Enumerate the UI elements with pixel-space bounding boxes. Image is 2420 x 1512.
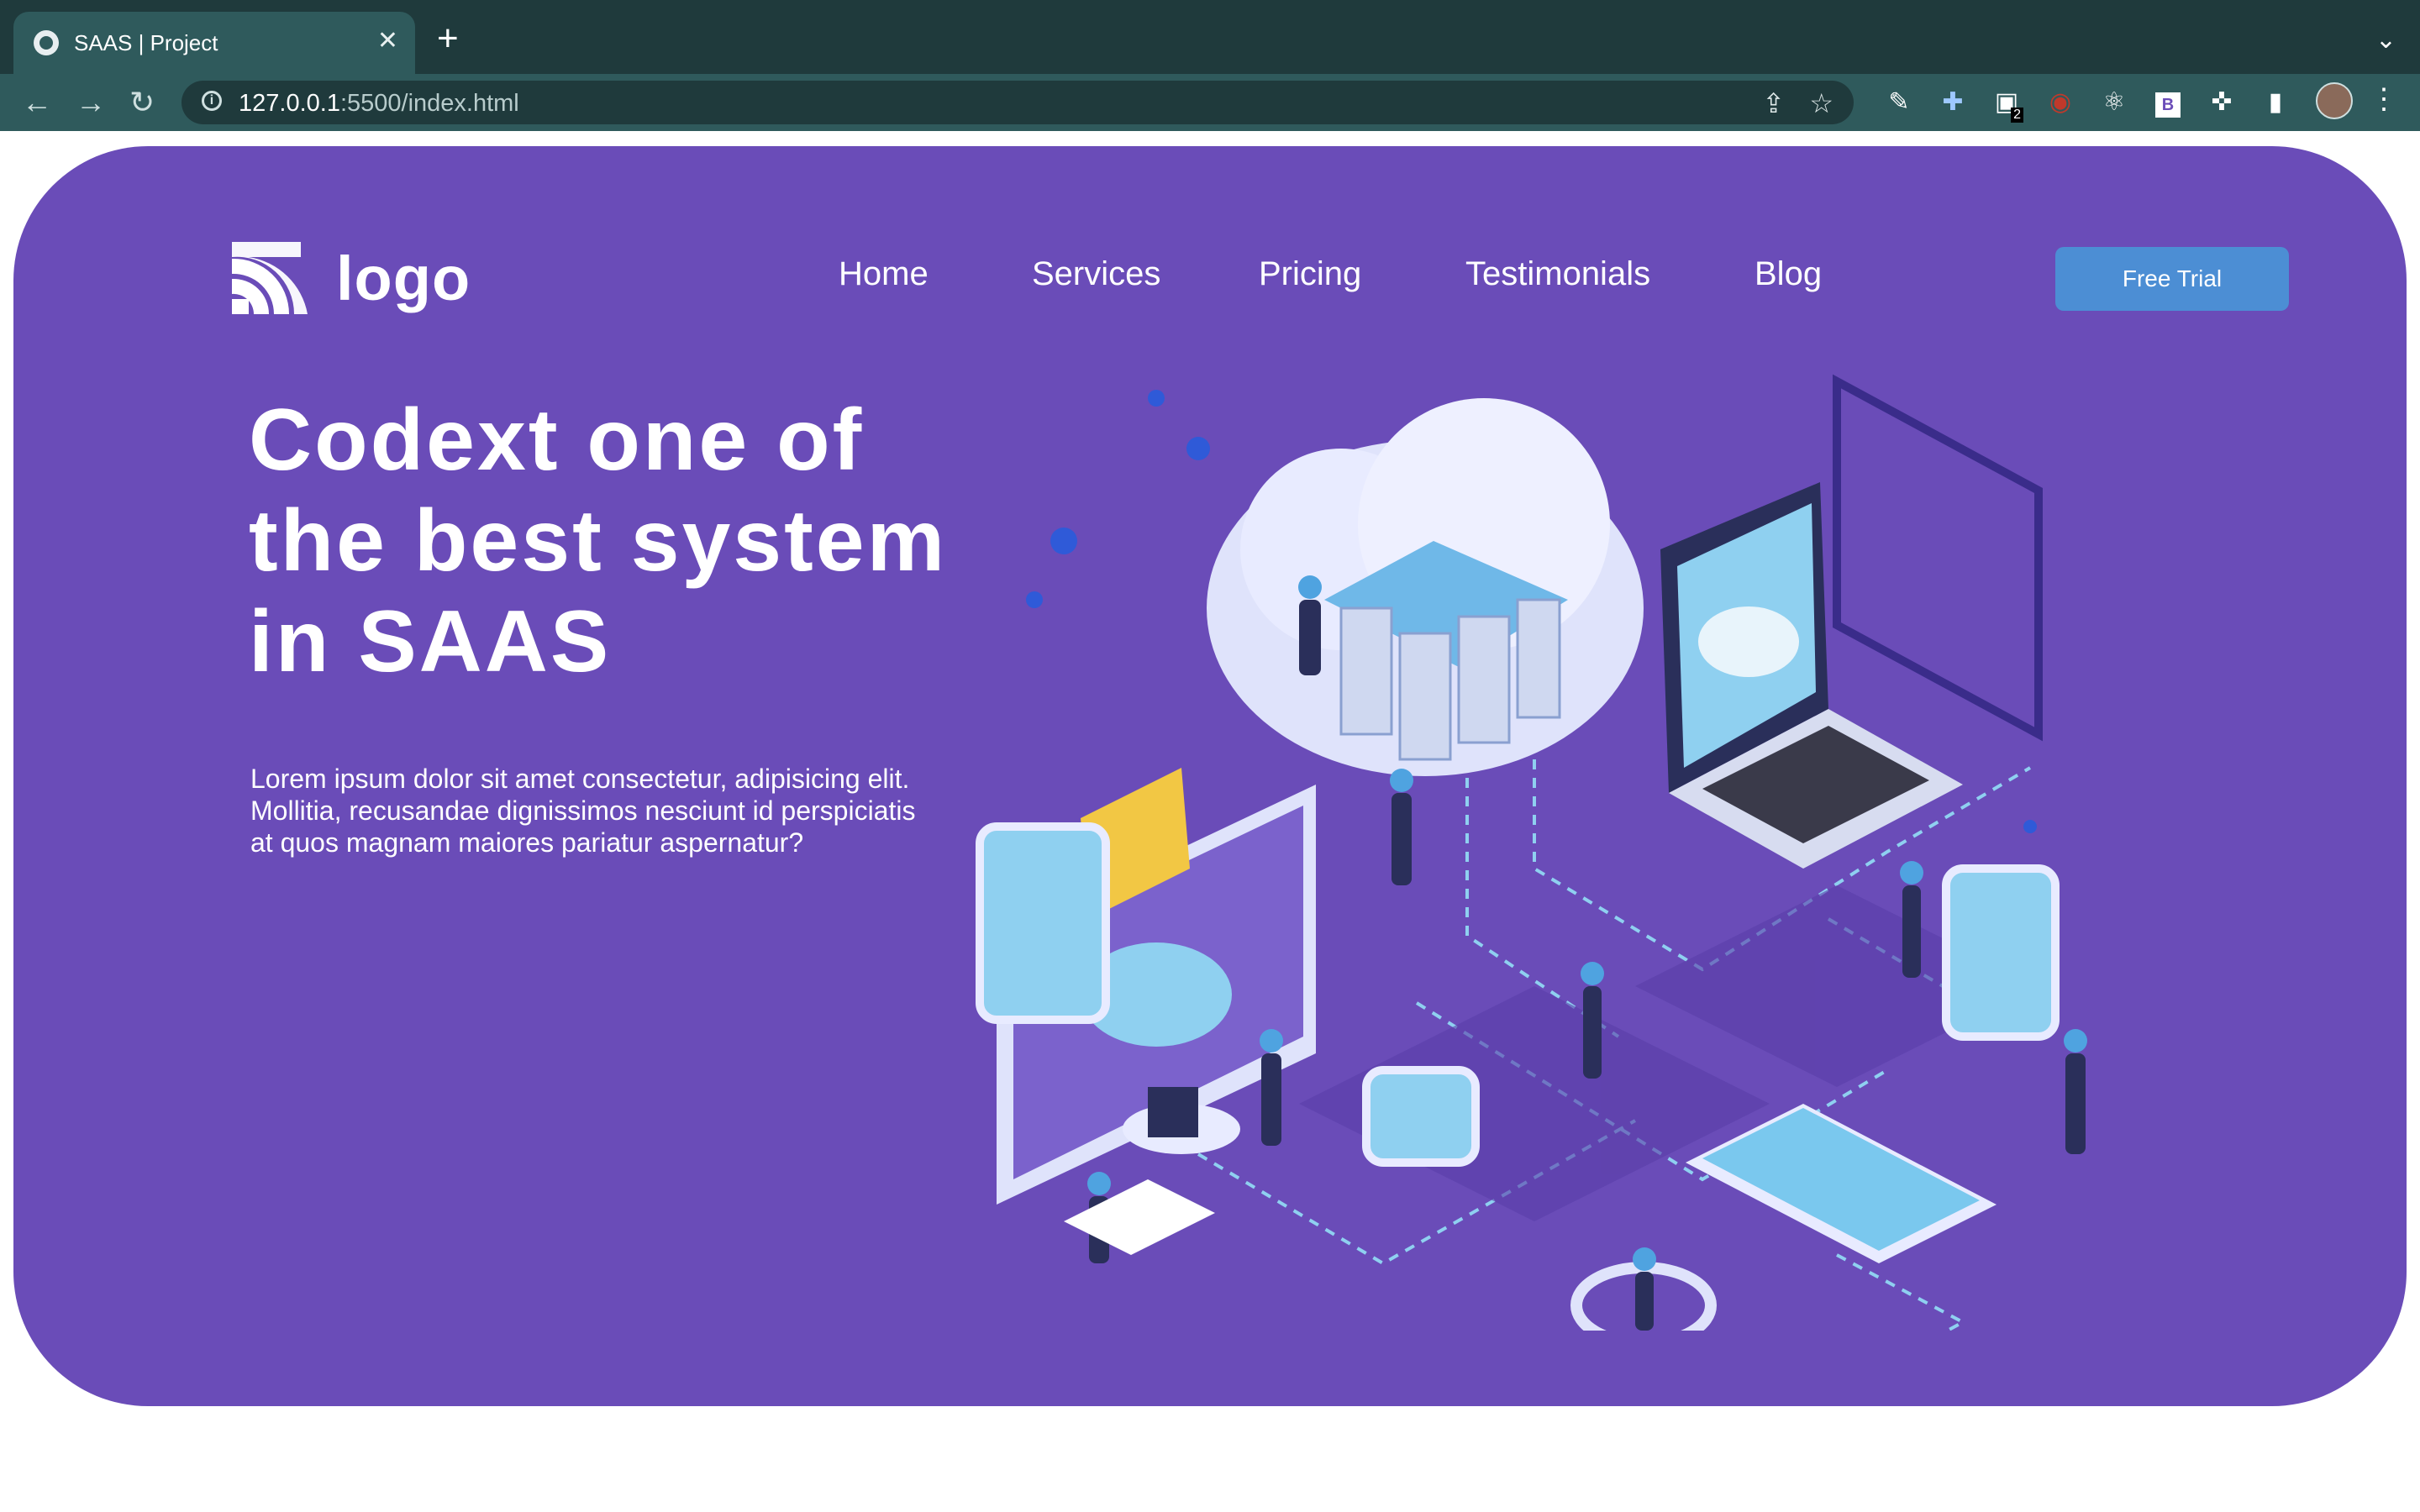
back-icon[interactable]: ← [22,84,52,121]
globe-icon [34,30,59,55]
url-host: 127.0.0.1 [239,90,340,117]
extension-badge-icon[interactable]: ▣ 2 [1990,86,2023,123]
browser-tab[interactable]: SAAS | Project ✕ [13,12,415,74]
puzzle-icon[interactable]: ✜ [2205,86,2238,119]
chevron-down-icon[interactable]: ⌄ [2375,25,2396,55]
lead-line-3: at quos magnam maiores pariatur aspernat… [250,827,804,858]
hero-headline: Codext one of the best system in SAAS [249,390,988,692]
eye-extension-icon[interactable]: ◉ [2044,86,2077,119]
headline-line-1: Codext one of [249,391,865,489]
tab-title: SAAS | Project [74,30,218,55]
bookmark-star-icon[interactable]: ☆ [1809,87,1833,119]
nav-pricing[interactable]: Pricing [1259,254,1361,294]
nav-home[interactable]: Home [839,254,929,294]
sidebar-icon[interactable]: ▮ [2259,86,2292,119]
extension-icon[interactable]: ✚ [1936,86,1970,119]
info-icon[interactable]: i [202,91,222,111]
lead-line-2: Mollitia, recusandae dignissimos nesciun… [250,795,916,826]
address-bar[interactable]: i 127.0.0.1:5500/index.html ⇪ ☆ [182,81,1854,124]
logo-mark-icon [232,242,308,314]
pen-extension-icon[interactable]: ✎ [1882,86,1916,119]
hero-section: logo Home Services Pricing Testimonials … [13,146,2407,1406]
extension-badge-count: 2 [2011,108,2023,123]
lead-line-1: Lorem ipsum dolor sit amet consectetur, … [250,764,910,794]
nav-blog[interactable]: Blog [1754,254,1822,294]
new-tab-button[interactable]: + [437,20,459,57]
nav-testimonials[interactable]: Testimonials [1465,254,1650,294]
url-text: 127.0.0.1:5500/index.html [239,89,519,118]
close-icon[interactable]: ✕ [377,27,398,55]
hero-description: Lorem ipsum dolor sit amet consectetur, … [250,763,973,858]
profile-avatar[interactable] [2316,82,2353,119]
react-devtools-icon[interactable]: ⚛ [2097,86,2131,119]
laptop [1660,482,1963,869]
browser-tab-bar: SAAS | Project ✕ + ⌄ [0,0,2420,74]
phone-platform [1686,1104,1996,1263]
logo-text: logo [336,244,471,313]
nav-services[interactable]: Services [1032,254,1160,294]
forward-icon[interactable]: → [76,84,106,121]
reload-icon[interactable]: ↻ [129,84,155,121]
kebab-menu-icon[interactable]: ⋮ [2370,82,2398,116]
headline-line-3: in SAAS [249,593,612,690]
cloud-server [1207,398,1644,776]
free-trial-button[interactable]: Free Trial [2055,247,2289,311]
isometric-cloud-illustration [976,374,2087,1331]
share-icon[interactable]: ⇪ [1762,87,1785,119]
headline-line-2: the best system [249,492,948,590]
url-path: :5500/index.html [339,90,519,117]
b-extension-icon[interactable]: B [2151,86,2185,119]
browser-toolbar: ← → ↻ i 127.0.0.1:5500/index.html ⇪ ☆ ✎ … [0,74,2420,131]
